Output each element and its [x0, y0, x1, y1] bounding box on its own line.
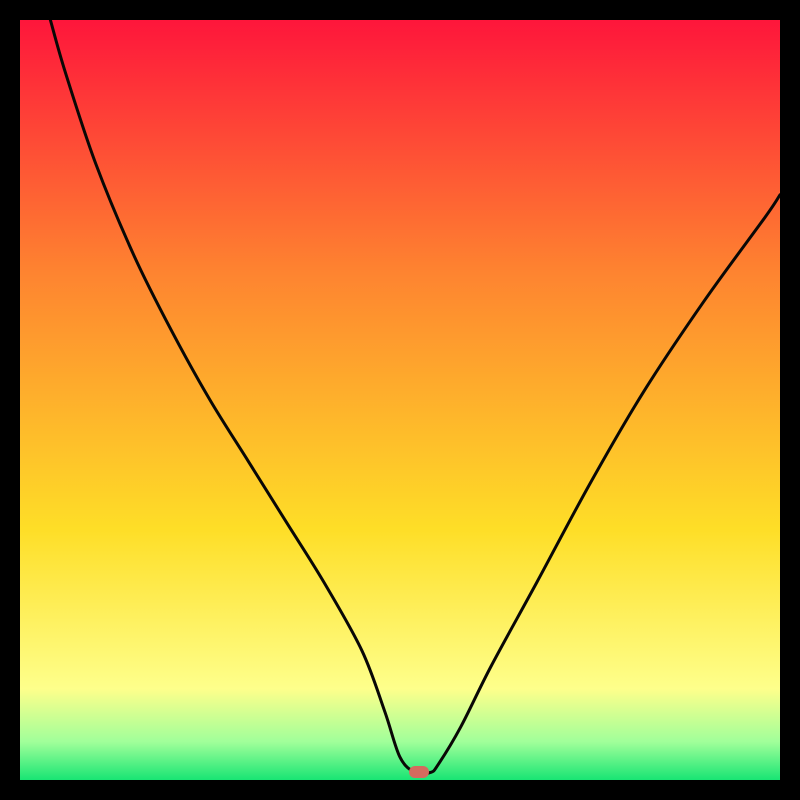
chart-frame: TheBottleneck.com [20, 20, 780, 780]
minimum-marker [409, 766, 429, 778]
gradient-rect [20, 20, 780, 780]
plot-area [20, 20, 780, 780]
gradient-background [20, 20, 780, 780]
